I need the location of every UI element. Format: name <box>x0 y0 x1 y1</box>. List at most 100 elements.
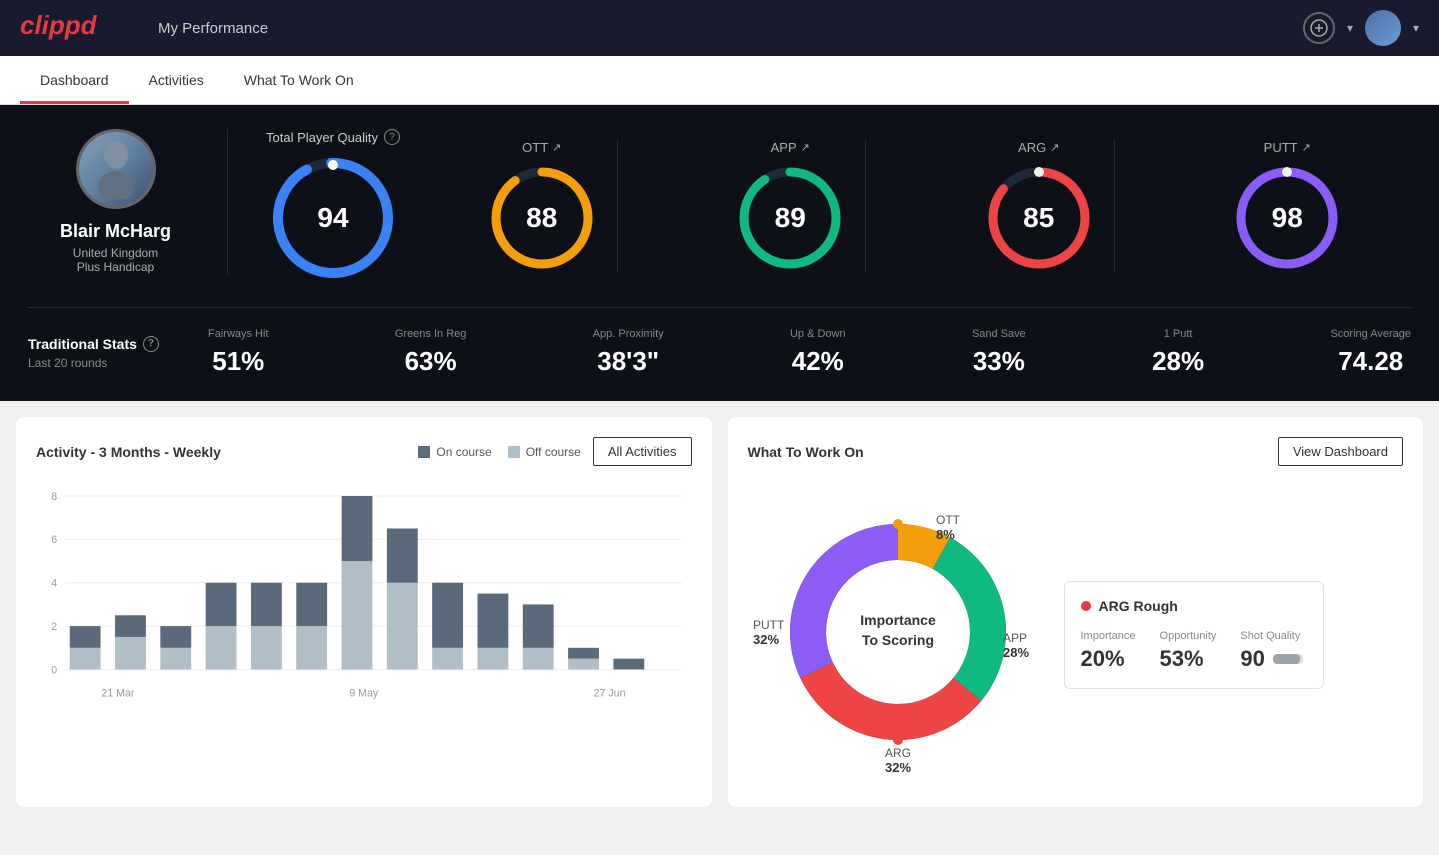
sub-scores: OTT ↗ 88 APP ↗ <box>418 140 1411 273</box>
1-putt-label: 1 Putt <box>1152 328 1204 340</box>
chart-title: Activity - 3 Months - Weekly <box>36 444 221 460</box>
activity-chart-card: Activity - 3 Months - Weekly On course O… <box>16 417 712 807</box>
all-activities-button[interactable]: All Activities <box>593 437 692 466</box>
quality-scores: Total Player Quality ? 94 OTT <box>228 129 1411 283</box>
svg-text:To Scoring: To Scoring <box>861 632 933 648</box>
svg-text:clippd: clippd <box>20 10 98 40</box>
add-dropdown-arrow[interactable]: ▾ <box>1347 21 1353 35</box>
arg-importance: Importance 20% <box>1081 630 1136 672</box>
player-country: United Kingdom <box>73 246 158 260</box>
player-avatar <box>76 129 156 209</box>
app-prox-label: App. Proximity <box>593 328 664 340</box>
app-arrow: ↗ <box>801 141 810 154</box>
player-info: Blair McHarg United Kingdom Plus Handica… <box>28 129 228 274</box>
1-putt-value: 28% <box>1152 346 1204 377</box>
sand-save-label: Sand Save <box>972 328 1026 340</box>
avatar-dropdown-arrow[interactable]: ▾ <box>1413 21 1419 35</box>
arg-rough-metrics: Importance 20% Opportunity 53% Shot Qual… <box>1081 630 1307 672</box>
view-dashboard-button[interactable]: View Dashboard <box>1278 437 1403 466</box>
svg-text:0: 0 <box>51 664 57 676</box>
arg-rough-title: ARG Rough <box>1081 598 1307 614</box>
arg-importance-value: 20% <box>1081 646 1136 672</box>
arg-shot-quality: Shot Quality 90 <box>1240 630 1302 672</box>
trad-stats-title: Traditional Stats ? <box>28 336 208 352</box>
chart-header: Activity - 3 Months - Weekly On course O… <box>36 437 692 466</box>
shot-quality-bar-fill <box>1273 654 1300 664</box>
svg-text:Importance: Importance <box>860 612 936 628</box>
svg-text:4: 4 <box>51 578 57 590</box>
scoring-avg-label: Scoring Average <box>1330 328 1411 340</box>
tab-what-to-work-on[interactable]: What To Work On <box>224 56 374 104</box>
player-avatar-image <box>79 132 153 206</box>
chart-legend: On course Off course <box>418 445 581 459</box>
arg-arrow: ↗ <box>1050 141 1059 154</box>
sand-save-value: 33% <box>972 346 1026 377</box>
on-course-dot <box>418 446 430 458</box>
arg-label: ARG ↗ <box>1018 140 1059 155</box>
tab-activities[interactable]: Activities <box>129 56 224 104</box>
stat-up-down: Up & Down 42% <box>790 328 846 377</box>
score-arg: ARG ↗ 85 <box>964 140 1115 273</box>
svg-text:9 May: 9 May <box>349 687 379 699</box>
svg-text:APP: APP <box>1003 631 1027 645</box>
total-quality-value: 94 <box>317 202 348 234</box>
legend-off-course: Off course <box>508 445 581 459</box>
traditional-stats: Traditional Stats ? Last 20 rounds Fairw… <box>28 307 1411 377</box>
player-handicap: Plus Handicap <box>77 260 154 274</box>
svg-text:OTT: OTT <box>936 513 961 527</box>
svg-text:21 Mar: 21 Mar <box>101 687 134 699</box>
quality-info-icon[interactable]: ? <box>384 129 400 145</box>
ott-arrow: ↗ <box>552 141 561 154</box>
player-section: Blair McHarg United Kingdom Plus Handica… <box>0 105 1439 401</box>
ott-circle: 88 <box>487 163 597 273</box>
player-top: Blair McHarg United Kingdom Plus Handica… <box>28 129 1411 283</box>
donut-chart: Importance To Scoring OTT 8% APP 28% ARG… <box>748 482 1048 782</box>
work-title: What To Work On <box>748 444 864 460</box>
stat-scoring-avg: Scoring Average 74.28 <box>1330 328 1411 377</box>
score-app: APP ↗ 89 <box>715 140 866 273</box>
arg-shot-quality-label: Shot Quality <box>1240 630 1302 642</box>
svg-text:28%: 28% <box>1003 645 1029 660</box>
svg-text:ARG: ARG <box>884 746 910 760</box>
trad-stats-items: Fairways Hit 51% Greens In Reg 63% App. … <box>208 328 1411 377</box>
score-putt: PUTT ↗ 98 <box>1212 140 1362 273</box>
trad-stats-info-icon[interactable]: ? <box>143 336 159 352</box>
app-circle: 89 <box>735 163 845 273</box>
fairways-label: Fairways Hit <box>208 328 269 340</box>
putt-label: PUTT ↗ <box>1264 140 1311 155</box>
greens-label: Greens In Reg <box>395 328 467 340</box>
quality-main: Total Player Quality ? 94 <box>248 129 418 283</box>
stat-app-prox: App. Proximity 38'3" <box>593 328 664 377</box>
stat-sand-save: Sand Save 33% <box>972 328 1026 377</box>
ott-label: OTT ↗ <box>522 140 561 155</box>
up-down-label: Up & Down <box>790 328 846 340</box>
putt-arrow: ↗ <box>1302 141 1311 154</box>
bottom-section: Activity - 3 Months - Weekly On course O… <box>0 401 1439 823</box>
app-prox-value: 38'3" <box>593 346 664 377</box>
app-label: APP ↗ <box>771 140 810 155</box>
svg-text:6: 6 <box>51 534 57 546</box>
stat-1-putt: 1 Putt 28% <box>1152 328 1204 377</box>
add-button[interactable] <box>1303 12 1335 44</box>
off-course-dot <box>508 446 520 458</box>
stat-greens: Greens In Reg 63% <box>395 328 467 377</box>
arg-value: 85 <box>1023 202 1054 234</box>
work-header: What To Work On View Dashboard <box>748 437 1404 466</box>
svg-text:8%: 8% <box>936 527 955 542</box>
svg-text:PUTT: PUTT <box>753 618 785 632</box>
svg-text:8: 8 <box>51 491 57 503</box>
putt-value: 98 <box>1272 202 1303 234</box>
score-ott: OTT ↗ 88 <box>467 140 618 273</box>
arg-opportunity: Opportunity 53% <box>1160 630 1217 672</box>
logo-icon: clippd <box>20 8 130 49</box>
header-right: ▾ ▾ <box>1303 10 1419 46</box>
quality-label: Total Player Quality ? <box>266 129 400 145</box>
greens-value: 63% <box>395 346 467 377</box>
tab-dashboard[interactable]: Dashboard <box>20 56 129 104</box>
arg-opportunity-value: 53% <box>1160 646 1217 672</box>
user-avatar[interactable] <box>1365 10 1401 46</box>
total-quality-circle: 94 <box>268 153 398 283</box>
chart-area: 8 6 4 2 0 <box>36 482 692 702</box>
player-name: Blair McHarg <box>60 221 171 242</box>
what-to-work-on-card: What To Work On View Dashboard <box>728 417 1424 807</box>
